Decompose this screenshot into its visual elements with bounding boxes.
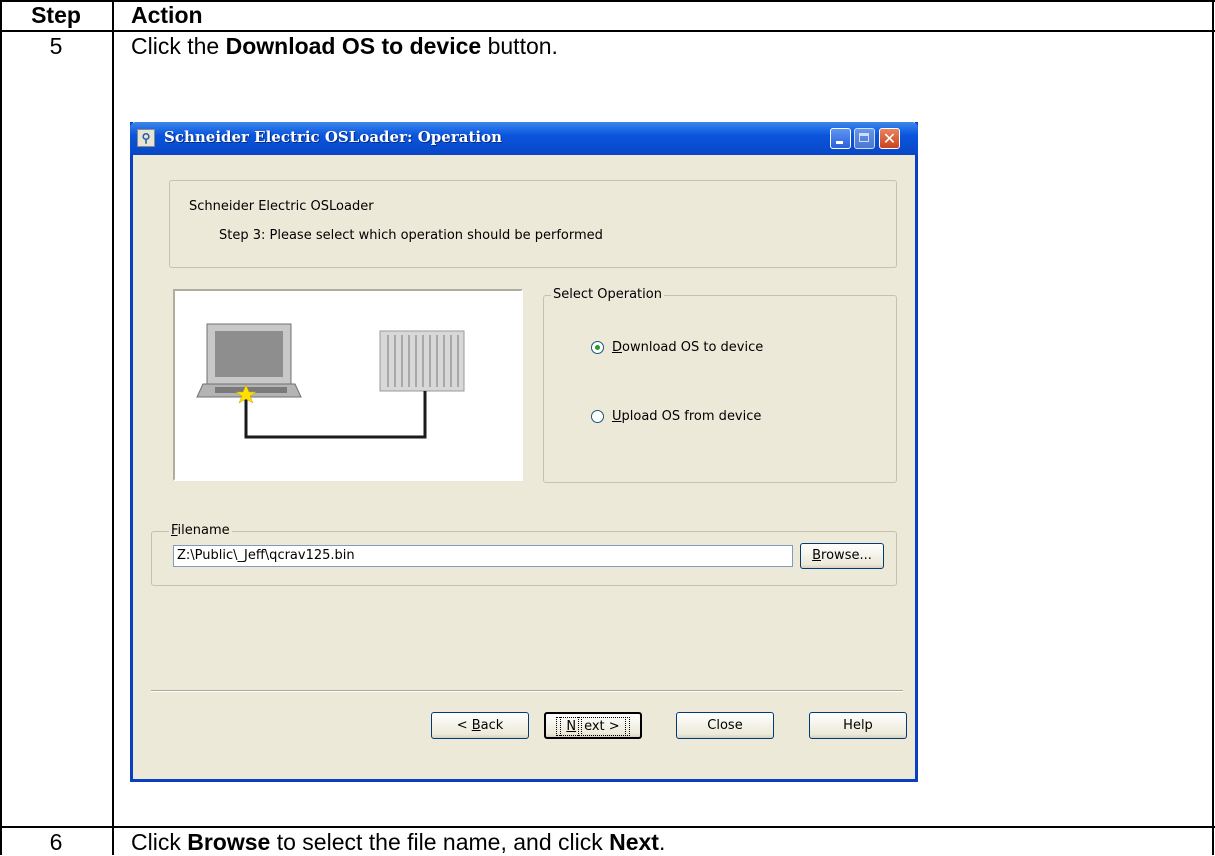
- back-prefix: <: [456, 718, 472, 733]
- back-accesskey: B: [471, 718, 481, 733]
- window-title: Schneider Electric OSLoader: Operation: [164, 128, 502, 146]
- connection-illustration: [173, 289, 523, 481]
- table-border-right: [1212, 0, 1214, 855]
- close-button[interactable]: Close: [676, 712, 774, 739]
- plc-rack-icon: [379, 330, 465, 392]
- step-number-6: 6: [49, 829, 63, 855]
- browse-accesskey: B: [812, 548, 822, 563]
- column-divider: [112, 0, 114, 855]
- title-bar[interactable]: ⚲ Schneider Electric OSLoader: Operation…: [130, 122, 918, 155]
- back-button[interactable]: < Back: [431, 712, 529, 739]
- step-6-text-b: to select the file name, and click: [270, 829, 610, 855]
- minimize-button[interactable]: [830, 128, 851, 149]
- button-separator: [151, 690, 903, 692]
- step-6-instruction: Click Browse to select the file name, an…: [131, 829, 665, 856]
- pc-to-device-diagram: [196, 323, 465, 439]
- close-icon: ✕: [882, 129, 897, 148]
- next-label-rest: ext >: [578, 717, 626, 736]
- step-6-text-a: Click: [131, 829, 188, 855]
- filename-label-rest: ilename: [177, 523, 230, 538]
- close-window-button[interactable]: ✕: [879, 128, 900, 149]
- cable-line: [244, 391, 427, 439]
- download-label: Download OS to device: [612, 340, 763, 355]
- upload-radio[interactable]: [591, 410, 604, 423]
- browse-button[interactable]: Browse...: [800, 543, 884, 569]
- upload-label-rest: pload OS from device: [621, 409, 762, 424]
- step-6-text-c: .: [658, 829, 666, 855]
- header-action: Action: [131, 2, 203, 28]
- row-divider: [0, 826, 1215, 828]
- header-title: Schneider Electric OSLoader: [189, 199, 374, 214]
- step-6-bold-browse: Browse: [187, 829, 271, 855]
- option-download[interactable]: Download OS to device: [591, 340, 763, 355]
- header-divider: [0, 30, 1215, 32]
- app-icon: ⚲: [137, 129, 155, 147]
- browse-label-rest: rowse...: [821, 548, 872, 563]
- back-label-rest: ack: [480, 718, 504, 733]
- option-upload[interactable]: Upload OS from device: [591, 409, 761, 424]
- header-step-text: Step 3: Please select which operation sh…: [219, 228, 603, 243]
- step-number-5: 5: [49, 33, 63, 59]
- download-radio[interactable]: [591, 341, 604, 354]
- table-border-left: [0, 0, 2, 855]
- step-5-bold: Download OS to device: [225, 33, 482, 59]
- step-5-instruction: Click the Download OS to device button.: [131, 33, 558, 60]
- select-operation-label: Select Operation: [551, 287, 664, 302]
- filename-label: Filename: [169, 523, 232, 538]
- download-label-rest: ownload OS to device: [622, 340, 764, 355]
- computer-icon: [196, 323, 302, 398]
- help-button[interactable]: Help: [809, 712, 907, 739]
- next-button[interactable]: Next >: [544, 712, 642, 739]
- step-5-text-b: button.: [481, 33, 558, 59]
- osloader-dialog: ⚲ Schneider Electric OSLoader: Operation…: [130, 122, 918, 782]
- maximize-button: [854, 128, 875, 149]
- select-operation-group: [543, 295, 897, 483]
- step-5-text-a: Click the: [131, 33, 226, 59]
- header-panel: [169, 180, 897, 268]
- header-step: Step: [31, 2, 81, 28]
- upload-accesskey: U: [612, 409, 622, 424]
- filename-input[interactable]: Z:\Public\_Jeff\qcrav125.bin: [173, 545, 793, 567]
- upload-label: Upload OS from device: [612, 409, 761, 424]
- step-6-bold-next: Next: [609, 829, 659, 855]
- download-accesskey: D: [612, 340, 623, 355]
- next-accesskey: N: [560, 717, 583, 736]
